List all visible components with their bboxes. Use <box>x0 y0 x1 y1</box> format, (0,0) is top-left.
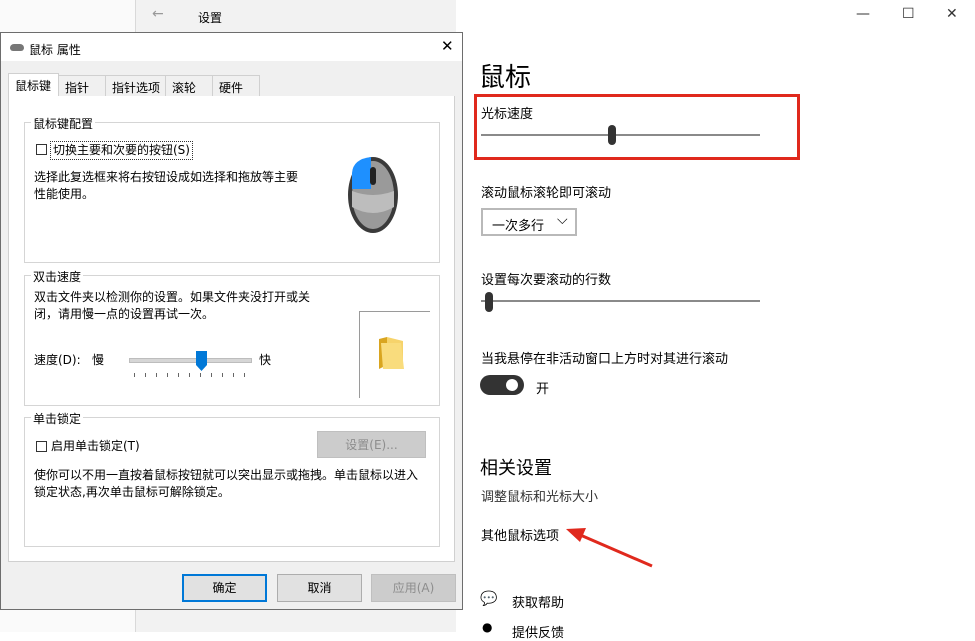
slider-tick <box>244 373 245 377</box>
dialog-title: 鼠标 属性 <box>29 43 81 57</box>
switch-buttons-label[interactable]: 切换主要和次要的按钮(S) <box>50 141 193 160</box>
cancel-button[interactable]: 取消 <box>277 574 362 602</box>
lines-per-scroll-slider-track[interactable] <box>481 300 760 302</box>
close-icon[interactable]: ✕ <box>946 6 958 22</box>
mouse-illustration-icon <box>348 157 398 233</box>
page-title: 鼠标 <box>479 63 532 93</box>
help-icon: 💬 <box>480 591 498 607</box>
folder-icon[interactable] <box>377 335 407 371</box>
tab-hardware[interactable]: 硬件 <box>212 75 260 96</box>
double-click-group-label: 双击速度 <box>31 268 84 285</box>
lines-per-scroll-slider-thumb[interactable] <box>485 292 494 312</box>
scroll-mode-dropdown[interactable]: 一次多行 ⌵ <box>481 208 577 236</box>
scroll-wheel-label: 滚动鼠标滚轮即可滚动 <box>481 186 612 201</box>
click-lock-group-label: 单击锁定 <box>31 410 84 427</box>
chevron-down-icon: ⌵ <box>557 212 568 228</box>
slider-tick <box>178 373 179 377</box>
button-config-description: 选择此复选框来将右按钮设成如选择和拖放等主要性能使用。 <box>34 170 299 201</box>
related-settings-title: 相关设置 <box>480 458 552 479</box>
tab-pointer-options[interactable]: 指针选项 <box>105 75 166 96</box>
adjust-mouse-size-link[interactable]: 调整鼠标和光标大小 <box>481 486 598 505</box>
lines-per-scroll-label: 设置每次要滚动的行数 <box>481 273 612 288</box>
click-lock-checkbox[interactable] <box>36 441 47 452</box>
switch-buttons-checkbox[interactable] <box>36 144 47 155</box>
slow-label: 慢 <box>92 353 105 367</box>
click-lock-description: 使你可以不用一直按着鼠标按钮就可以突出显示或拖拽。单击鼠标以进入锁定状态,再次单… <box>34 468 419 499</box>
slider-tick <box>156 373 157 377</box>
apply-button[interactable]: 应用(A) <box>371 574 456 602</box>
red-arrow-annotation <box>566 528 653 568</box>
tab-buttons[interactable]: 鼠标键 <box>8 73 59 97</box>
double-click-description: 双击文件夹以检测你的设置。如果文件夹没打开或关闭，请用慢一点的设置再试一次。 <box>34 290 311 321</box>
inactive-scroll-label: 当我悬停在非活动窗口上方时对其进行滚动 <box>481 352 729 367</box>
additional-mouse-options-link[interactable]: 其他鼠标选项 <box>481 525 559 544</box>
button-config-group-label: 鼠标键配置 <box>31 115 96 132</box>
minimize-icon[interactable]: — <box>856 6 870 22</box>
slider-ticks <box>134 373 246 378</box>
slider-tick <box>134 373 135 377</box>
maximize-icon[interactable]: ☐ <box>902 6 915 22</box>
dialog-close-icon[interactable]: ✕ <box>441 37 454 55</box>
inactive-scroll-toggle[interactable] <box>480 375 524 395</box>
tab-wheel[interactable]: 滚轮 <box>165 75 213 96</box>
scroll-mode-value: 一次多行 <box>492 219 545 234</box>
back-arrow-icon[interactable]: ← <box>152 6 164 22</box>
slider-tick <box>211 373 212 377</box>
slider-tick <box>233 373 234 377</box>
fast-label: 快 <box>259 353 272 367</box>
speed-label: 速度(D): <box>34 353 81 367</box>
toggle-state-label: 开 <box>536 382 550 397</box>
slider-tick <box>145 373 146 377</box>
double-click-slider-thumb[interactable] <box>196 351 208 371</box>
settings-window-title: 设置 <box>198 11 223 25</box>
toggle-knob <box>506 379 518 391</box>
slider-tick <box>222 373 223 377</box>
highlight-box <box>474 94 800 160</box>
get-help-link[interactable]: 获取帮助 <box>512 592 564 611</box>
mouse-properties-dialog: 鼠标 属性 ✕ 鼠标键 指针 指针选项 滚轮 硬件 鼠标键配置 切换主要和次要的… <box>0 32 463 610</box>
tab-pointers[interactable]: 指针 <box>58 75 106 96</box>
slider-tick <box>189 373 190 377</box>
dialog-titlebar: 鼠标 属性 ✕ <box>1 33 462 61</box>
mouse-icon <box>10 44 24 51</box>
ok-button[interactable]: 确定 <box>182 574 267 602</box>
slider-tick <box>167 373 168 377</box>
click-lock-label[interactable]: 启用单击锁定(T) <box>51 438 140 455</box>
double-click-slider-track[interactable] <box>129 358 252 363</box>
click-lock-settings-button[interactable]: 设置(E)... <box>317 431 426 458</box>
slider-tick <box>200 373 201 377</box>
